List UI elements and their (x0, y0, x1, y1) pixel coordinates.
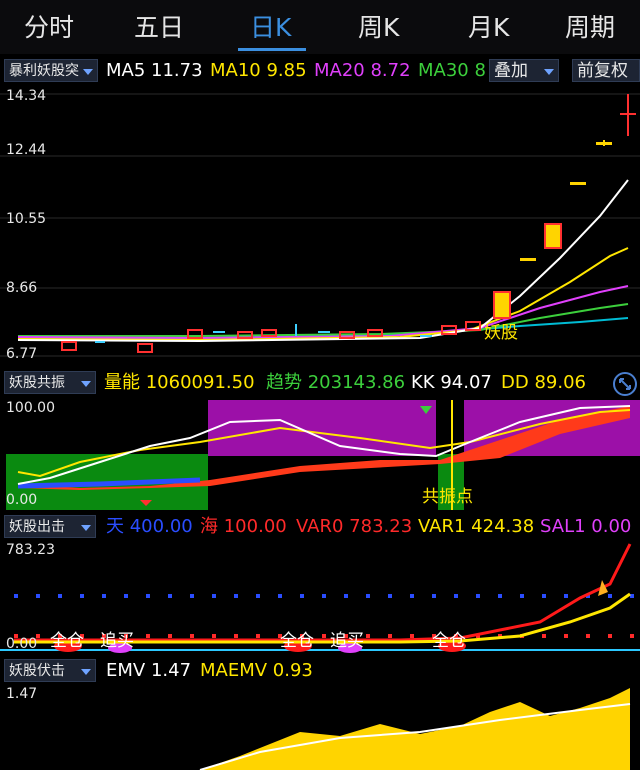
attack-chart (0, 543, 640, 653)
ma10-readout: MA10 9.85 (210, 60, 307, 81)
chart-annotation: 妖股 (484, 323, 518, 343)
main-indicator-row: 暴利妖股突 MA5 11.73 MA10 9.85 MA20 8.72 MA30… (0, 56, 640, 86)
main-indicator-label: 暴利妖股突 (9, 63, 79, 79)
dd-readout: DD 89.06 (501, 372, 586, 393)
adjust-price-label: 前复权 (577, 61, 628, 81)
resonance-indicator-label: 妖股共振 (9, 375, 65, 391)
emv-readout: EMV 1.47 (106, 660, 192, 681)
main-indicator-select[interactable]: 暴利妖股突 (4, 59, 98, 82)
signal-label-chase-2: 追买 (330, 631, 364, 651)
period-tab-bar: 分时 五日 日K 周K 月K 周期 (0, 0, 640, 54)
hai-readout: 海 100.00 (200, 516, 287, 537)
y-label-4: 8.66 (6, 280, 38, 296)
ambush-chart (199, 688, 631, 770)
resonance-point-label: 共振点 (422, 487, 473, 507)
overlay-label: 叠加 (494, 61, 528, 81)
kk-readout: KK 94.07 (411, 372, 492, 393)
resonance-indicator-row: 妖股共振 量能 1060091.50 趋势 203143.86 KK 94.07… (0, 368, 640, 398)
attack-indicator-label: 妖股出击 (9, 519, 65, 535)
signal-label-full-2: 全仓 (280, 631, 314, 651)
tab-period[interactable]: 周期 (565, 8, 615, 44)
resonance-y-top: 100.00 (6, 400, 55, 416)
signal-label-full-1: 全仓 (50, 631, 84, 651)
tab-weekly-k[interactable]: 周K (358, 8, 399, 44)
var1-readout: VAR1 424.38 (418, 516, 535, 537)
y-label-bottom: 6.77 (6, 346, 38, 362)
adjust-price-button[interactable]: 前复权 (572, 59, 640, 82)
tab-intraday[interactable]: 分时 (24, 8, 74, 44)
y-label-3: 10.55 (6, 211, 47, 227)
signal-label-chase-1: 追买 (100, 631, 134, 651)
ambush-indicator-row: 妖股伏击 EMV 1.47 MAEMV 0.93 (0, 656, 640, 686)
ambush-indicator-select[interactable]: 妖股伏击 (4, 659, 96, 682)
chevron-down-icon (81, 669, 91, 675)
main-kline-panel: 14.34 12.44 10.55 8.66 6.77 妖股 (0, 86, 640, 368)
kline-chart (0, 93, 640, 357)
attack-indicator-row: 妖股出击 天 400.00 海 100.00 VAR0 783.23 VAR1 … (0, 512, 640, 542)
tab-five-day[interactable]: 五日 (134, 8, 184, 44)
y-label-top: 14.34 (6, 88, 47, 104)
sal1-readout: SAL1 0.00 (540, 516, 632, 537)
trend-readout: 趋势 203143.86 (266, 372, 406, 393)
volume-readout: 量能 1060091.50 (104, 372, 255, 393)
attack-panel: 783.23 0.00 全仓 追买 全仓 追买 全仓 (0, 542, 640, 656)
chevron-down-icon (544, 69, 554, 75)
resonance-chart (6, 400, 640, 510)
y-label-2: 12.44 (6, 142, 47, 158)
resonance-y-bottom: 0.00 (6, 492, 38, 508)
chevron-down-icon (83, 69, 93, 75)
maemv-readout: MAEMV 0.93 (200, 660, 313, 681)
chevron-down-icon (81, 525, 91, 531)
attack-y-top: 783.23 (6, 542, 55, 558)
ma5-readout: MA5 11.73 (106, 60, 203, 81)
tian-readout: 天 400.00 (106, 516, 193, 537)
ma20-readout: MA20 8.72 (314, 60, 411, 81)
fullscreen-icon[interactable] (612, 371, 638, 397)
overlay-button[interactable]: 叠加 (489, 59, 559, 82)
signal-label-full-3: 全仓 (432, 631, 466, 651)
var0-readout: VAR0 783.23 (296, 516, 413, 537)
ambush-panel: 1.47 (0, 686, 640, 770)
ambush-y-top: 1.47 (6, 686, 38, 702)
ma30-readout: MA30 8 (418, 60, 486, 81)
attack-y-bottom: 0.00 (6, 636, 38, 652)
chevron-down-icon (81, 381, 91, 387)
resonance-indicator-select[interactable]: 妖股共振 (4, 371, 96, 394)
active-tab-indicator (238, 48, 306, 51)
attack-indicator-select[interactable]: 妖股出击 (4, 515, 96, 538)
tab-daily-k[interactable]: 日K (250, 8, 291, 44)
ambush-indicator-label: 妖股伏击 (9, 663, 65, 679)
tab-monthly-k[interactable]: 月K (468, 8, 509, 44)
resonance-panel: 100.00 0.00 共振点 (0, 398, 640, 514)
